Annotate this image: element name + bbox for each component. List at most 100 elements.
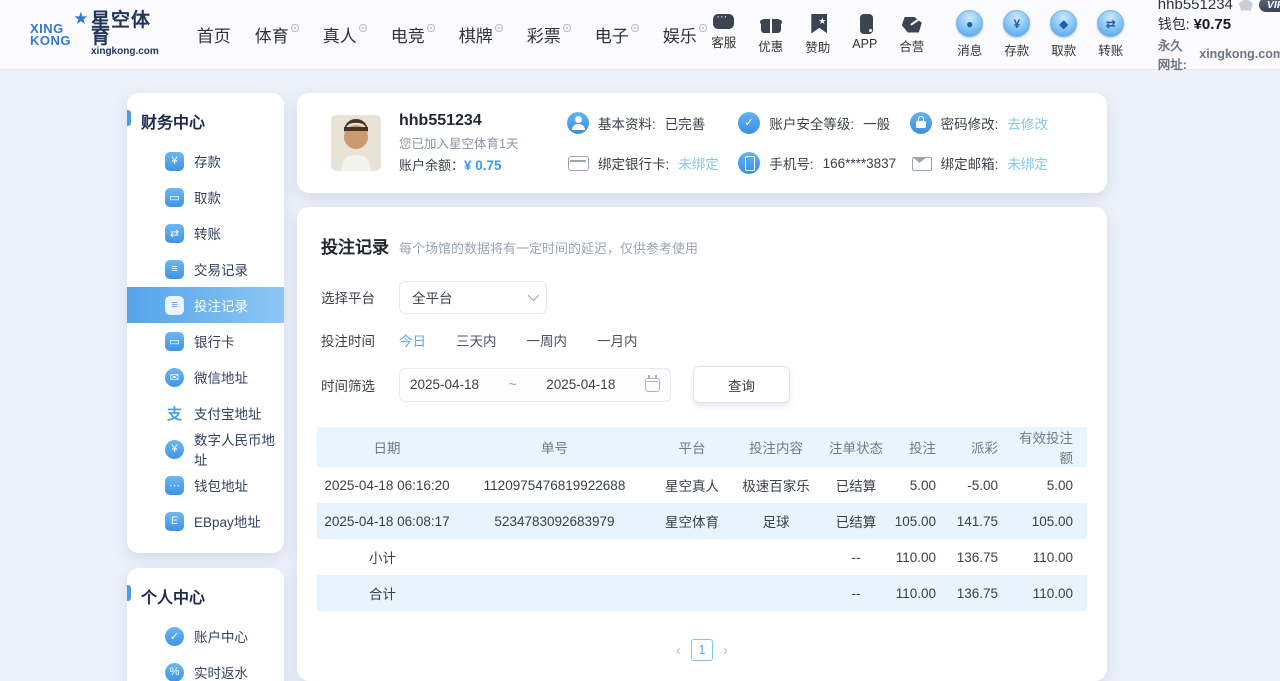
- info-value[interactable]: 未绑定: [1007, 153, 1048, 173]
- sidebar-item-label: EBpay地址: [194, 511, 261, 531]
- calendar-icon[interactable]: [645, 378, 660, 392]
- profile-card: hhb551234 您已加入星空体育1天 账户余额：¥ 0.75 基本资料: 已…: [297, 93, 1107, 193]
- time-option-一周内[interactable]: 一周内: [527, 330, 568, 350]
- nav-item-电竞[interactable]: 电竞: [391, 22, 435, 47]
- deposit-icon: ¥: [165, 152, 184, 171]
- sidebar-item-钱包地址[interactable]: ⋯钱包地址: [127, 467, 284, 503]
- lock-icon: [910, 112, 932, 134]
- time-option-今日[interactable]: 今日: [399, 330, 426, 350]
- cell-date: 2025-04-18 06:08:17: [317, 503, 457, 539]
- table-row: 2025-04-18 06:08:175234783092683979星空体育足…: [317, 503, 1087, 539]
- personal-center-title: 个人中心: [127, 584, 284, 608]
- sidebar-item-存款[interactable]: ¥存款: [127, 143, 284, 179]
- column-header: 日期: [317, 427, 457, 467]
- ebpay-icon: E: [165, 512, 184, 531]
- handshake-icon: [902, 17, 922, 33]
- time-option-一月内[interactable]: 一月内: [597, 330, 638, 350]
- nav-item-首页[interactable]: 首页: [197, 22, 231, 47]
- phone-icon: [738, 152, 760, 174]
- quicklink-service[interactable]: 客服: [707, 14, 741, 56]
- profile-username: hhb551234: [399, 112, 549, 130]
- dropdown-circle-icon: [291, 24, 299, 32]
- wallet-amount: ¥0.75: [1194, 16, 1232, 33]
- permanent-url: 永久网址: xingkong.com: [1158, 35, 1280, 73]
- bookmark-star-icon: [811, 14, 827, 34]
- withdraw-icon: ◆: [1050, 10, 1077, 37]
- bet-records-table: 日期单号平台投注内容注单状态投注派彩有效投注额 2025-04-18 06:16…: [317, 427, 1087, 611]
- sidebar-item-label: 银行卡: [194, 331, 235, 351]
- cell-valid: 110.00: [1012, 575, 1087, 611]
- sidebar-item-银行卡[interactable]: ▭银行卡: [127, 323, 284, 359]
- accountlink-label: 存款: [1004, 40, 1029, 59]
- info-label: 绑定银行卡:: [598, 153, 669, 173]
- alipay-icon: 支: [165, 404, 184, 423]
- sidebar-item-账户中心[interactable]: ✓账户中心: [127, 618, 284, 654]
- nav-item-娱乐[interactable]: 娱乐: [663, 22, 707, 47]
- profile-info-item: 绑定邮箱: 未绑定: [910, 152, 1081, 174]
- accountlink-deposit[interactable]: ¥存款: [1000, 10, 1034, 59]
- accountlink-transfer[interactable]: ⇄转账: [1094, 10, 1128, 59]
- date-from-input[interactable]: 2025-04-18: [410, 377, 479, 392]
- nav-item-彩票[interactable]: 彩票: [527, 22, 571, 47]
- cell-content: 足球: [732, 503, 820, 539]
- accountlink-label: 消息: [957, 40, 982, 59]
- quicklink-app[interactable]: APP: [848, 14, 882, 56]
- column-header: 有效投注额: [1012, 427, 1087, 467]
- sidebar-item-label: 账户中心: [194, 626, 248, 646]
- info-label: 绑定邮箱:: [941, 153, 999, 173]
- message-icon: ●: [956, 10, 983, 37]
- quicklink-label: APP: [852, 37, 877, 51]
- nav-item-电子[interactable]: 电子: [595, 22, 639, 47]
- sidebar-item-EBpay地址[interactable]: E EBpay地址: [127, 503, 284, 539]
- query-button[interactable]: 查询: [693, 366, 790, 403]
- withdraw-icon: ▭: [165, 188, 184, 207]
- sidebar-item-微信地址[interactable]: ✉微信地址: [127, 359, 284, 395]
- sidebar-item-转账[interactable]: ⇄转账: [127, 215, 284, 251]
- sidebar: 财务中心 ¥存款▭取款⇄转账≡交易记录≡投注记录▭银行卡✉微信地址支支付宝地址¥…: [127, 93, 284, 681]
- next-page-icon[interactable]: ›: [723, 642, 728, 659]
- time-option-三天内[interactable]: 三天内: [456, 330, 497, 350]
- cell-payout: 141.75: [950, 503, 1012, 539]
- nav-item-真人[interactable]: 真人: [323, 22, 367, 47]
- dropdown-circle-icon: [359, 24, 367, 32]
- column-header: 平台: [652, 427, 732, 467]
- cell-bet: 105.00: [892, 503, 950, 539]
- personal-center-card: 个人中心 ✓账户中心%实时返水: [127, 568, 284, 681]
- info-value[interactable]: 去修改: [1007, 113, 1048, 133]
- column-header: 派彩: [950, 427, 1012, 467]
- accountlink-withdraw[interactable]: ◆取款: [1047, 10, 1081, 59]
- sidebar-item-label: 数字人民币地址: [194, 429, 284, 469]
- sidebar-item-数字人民币地址[interactable]: ¥数字人民币地址: [127, 431, 284, 467]
- accountlink-messages[interactable]: ● 消息: [953, 10, 987, 59]
- info-label: 密码修改:: [941, 113, 999, 133]
- sidebar-item-投注记录[interactable]: ≡投注记录: [127, 287, 284, 323]
- finance-center-title: 财务中心: [127, 109, 284, 133]
- date-range-picker[interactable]: 2025-04-18 ~ 2025-04-18: [399, 368, 671, 402]
- cell-order: 5234783092683979: [457, 503, 652, 539]
- prev-page-icon[interactable]: ‹: [676, 642, 681, 659]
- date-to-input[interactable]: 2025-04-18: [546, 377, 615, 392]
- sidebar-item-支付宝地址[interactable]: 支支付宝地址: [127, 395, 284, 431]
- cell-bet: 110.00: [892, 539, 950, 575]
- quicklink-partner[interactable]: 合营: [895, 14, 929, 56]
- info-value[interactable]: 未绑定: [678, 153, 719, 173]
- quicklink-promo[interactable]: 优惠: [754, 14, 788, 56]
- nav-item-棋牌[interactable]: 棋牌: [459, 22, 503, 47]
- site-logo[interactable]: XINGKONG ★ 星空体育 xingkong.com: [30, 12, 159, 57]
- quicklink-sponsor[interactable]: 赞助: [801, 14, 835, 56]
- gift-icon: [761, 19, 781, 33]
- sidebar-item-实时返水[interactable]: %实时返水: [127, 654, 284, 681]
- sidebar-item-交易记录[interactable]: ≡交易记录: [127, 251, 284, 287]
- cell-payout: -5.00: [950, 467, 1012, 503]
- nav-item-体育[interactable]: 体育: [255, 22, 299, 47]
- balance-amount: ¥ 0.75: [464, 158, 502, 173]
- pagination: ‹ 1 ›: [317, 639, 1087, 661]
- cell-status: --: [820, 539, 892, 575]
- platform-select[interactable]: 全平台: [399, 281, 547, 314]
- sidebar-item-取款[interactable]: ▭取款: [127, 179, 284, 215]
- page-number[interactable]: 1: [691, 639, 713, 661]
- star-icon: ★: [73, 13, 89, 25]
- sidebar-item-label: 转账: [194, 223, 221, 243]
- betting-title: 投注记录: [321, 233, 389, 258]
- sidebar-item-label: 交易记录: [194, 259, 248, 279]
